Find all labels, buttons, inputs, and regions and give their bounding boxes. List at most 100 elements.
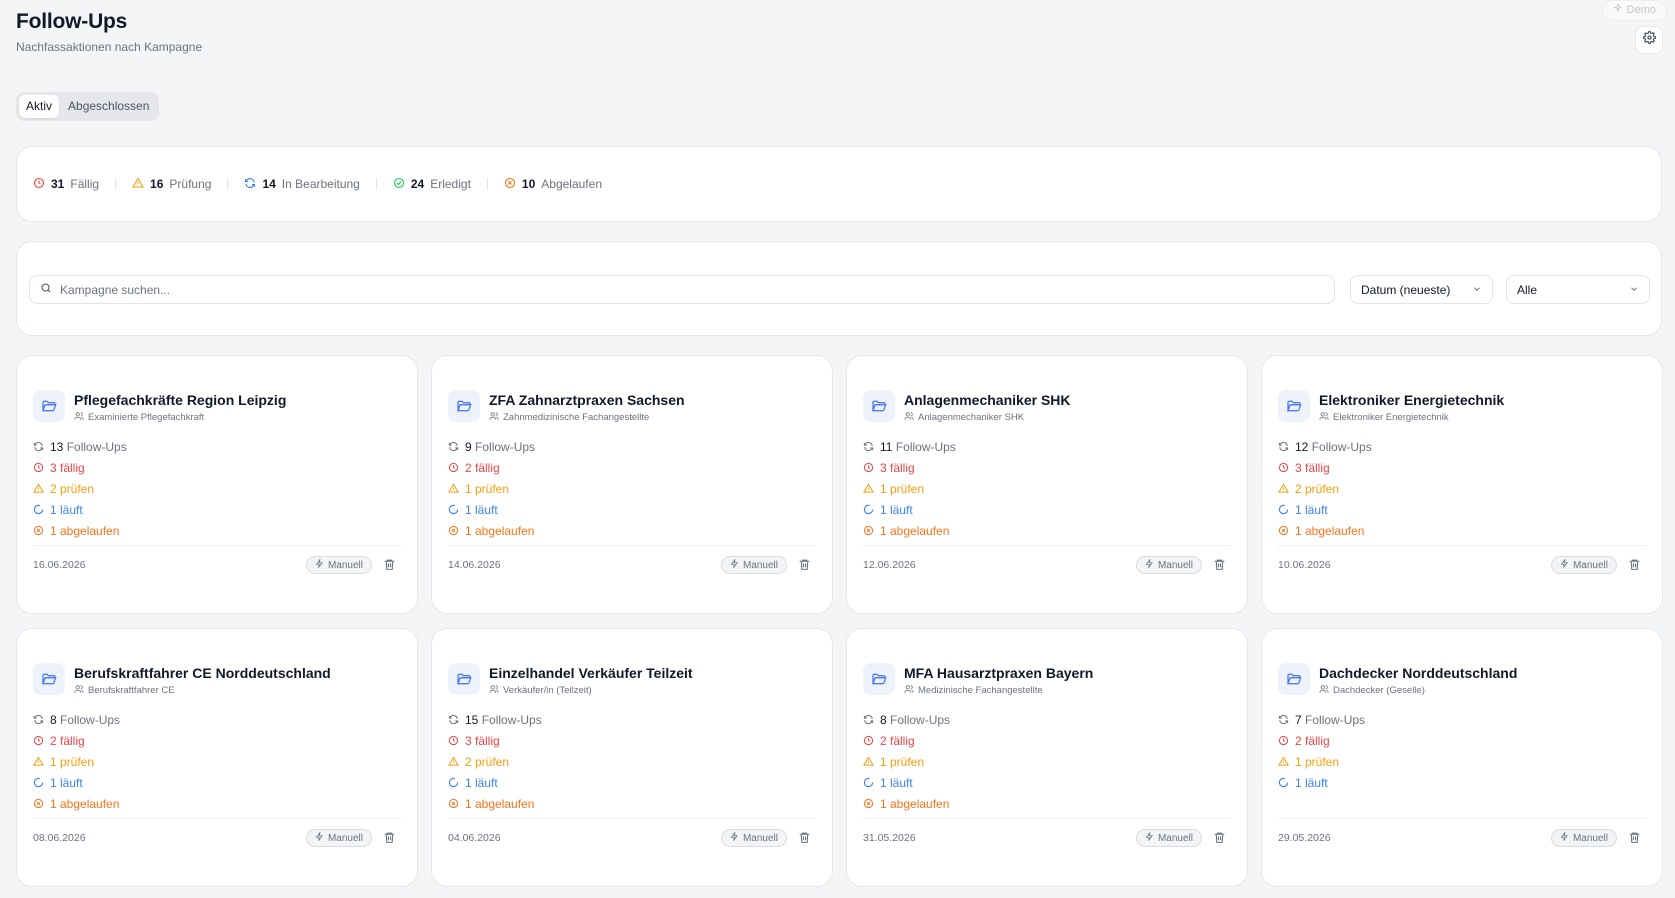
campaign-card[interactable]: Einzelhandel Verkäufer Teilzeit Verkäufe… (431, 628, 833, 887)
warning-icon (1278, 756, 1289, 767)
metric-running: 1 läuft (33, 772, 120, 793)
stat-divider (486, 178, 488, 190)
campaign-card[interactable]: Elektroniker Energietechnik Elektroniker… (1261, 355, 1663, 614)
stat-abgelaufen[interactable]: 10 Abgelaufen (504, 177, 602, 192)
bolt-icon (315, 558, 324, 571)
stat-erledigt[interactable]: 24 Erledigt (393, 177, 471, 192)
stat-faellig[interactable]: 31 Fällig (33, 177, 99, 192)
spinner-icon (863, 504, 874, 515)
campaign-card[interactable]: ZFA Zahnarztpraxen Sachsen Zahnmedizinis… (431, 355, 833, 614)
metric-total: 15 Follow-Ups (448, 709, 542, 730)
metric-expired: 1 abgelaufen (448, 520, 535, 541)
clock-icon (1278, 462, 1289, 473)
demo-badge[interactable]: Demo (1601, 0, 1667, 21)
delete-button[interactable] (1628, 558, 1642, 572)
x-circle-icon (448, 798, 459, 809)
metric-running: 1 läuft (448, 499, 535, 520)
campaign-role: Dachdecker (Geselle) (1319, 684, 1425, 697)
metric-total: 8 Follow-Ups (863, 709, 950, 730)
metric-expired-text: 1 abgelaufen (465, 523, 535, 538)
x-circle-icon (1278, 525, 1289, 536)
page-title: Follow-Ups (16, 10, 128, 33)
campaign-card[interactable]: Berufskraftfahrer CE Norddeutschland Ber… (16, 628, 418, 887)
campaign-title[interactable]: Elektroniker Energietechnik (1319, 392, 1504, 408)
refresh-icon (1278, 714, 1289, 725)
campaign-card[interactable]: MFA Hausarztpraxen Bayern Medizinische F… (846, 628, 1248, 887)
metric-due: 3 fällig (1278, 457, 1372, 478)
metric-expired: 1 abgelaufen (33, 793, 120, 814)
campaign-card[interactable]: Pflegefachkräfte Region Leipzig Examinie… (16, 355, 418, 614)
tab-aktiv[interactable]: Aktiv (19, 95, 60, 118)
sort-select[interactable]: Datum (neueste) (1350, 275, 1493, 304)
campaign-date: 08.06.2026 (33, 832, 86, 844)
metric-total-label: Follow-Ups (66, 439, 127, 454)
stat-pruefung[interactable]: 16 Prüfung (132, 176, 211, 192)
metric-review-text: 1 prüfen (1295, 754, 1340, 769)
spinner-icon (33, 777, 44, 788)
campaign-title[interactable]: ZFA Zahnarztpraxen Sachsen (489, 392, 685, 408)
metric-review-text: 1 prüfen (50, 754, 95, 769)
campaign-title[interactable]: MFA Hausarztpraxen Bayern (904, 665, 1093, 681)
stat-in-bearbeitung[interactable]: 14 In Bearbeitung (244, 177, 360, 192)
metrics-list: 8 Follow-Ups 2 fällig 1 prüfen 1 läuft 1… (863, 709, 950, 814)
delete-button[interactable] (1213, 558, 1227, 572)
clock-icon (1278, 735, 1289, 746)
bolt-icon (730, 558, 739, 571)
card-divider (33, 818, 401, 819)
campaign-card[interactable]: Dachdecker Norddeutschland Dachdecker (G… (1261, 628, 1663, 887)
campaign-title[interactable]: Dachdecker Norddeutschland (1319, 665, 1517, 681)
metric-total-label: Follow-Ups (1305, 712, 1366, 727)
clock-icon (863, 462, 874, 473)
stat-divider (227, 178, 229, 190)
delete-button[interactable] (383, 831, 397, 845)
metric-due: 2 fällig (1278, 730, 1365, 751)
x-circle-icon (448, 525, 459, 536)
mode-badge-label: Manuell (742, 559, 778, 571)
campaign-title[interactable]: Einzelhandel Verkäufer Teilzeit (489, 665, 693, 681)
campaign-role: Berufskraftfahrer CE (74, 684, 175, 697)
refresh-icon (448, 714, 459, 725)
mode-badge[interactable]: Manuell (1550, 556, 1617, 574)
mode-badge[interactable]: Manuell (720, 829, 787, 847)
metric-running-text: 1 läuft (465, 502, 498, 517)
campaign-role-text: Anlagenmechaniker SHK (918, 412, 1025, 423)
delete-button[interactable] (383, 558, 397, 572)
clock-icon (33, 462, 44, 473)
mode-badge[interactable]: Manuell (1550, 829, 1617, 847)
mode-badge[interactable]: Manuell (305, 829, 372, 847)
mode-badge[interactable]: Manuell (720, 556, 787, 574)
metric-running-text: 1 läuft (1295, 502, 1328, 517)
campaign-role: Verkäufer/in (Teilzeit) (489, 684, 592, 697)
tab-abgeschlossen[interactable]: Abgeschlossen (61, 95, 156, 118)
status-filter-select[interactable]: Alle (1506, 275, 1650, 304)
mode-badge-label: Manuell (1157, 832, 1193, 844)
warning-icon (132, 176, 145, 192)
delete-button[interactable] (1213, 831, 1227, 845)
mode-badge[interactable]: Manuell (1135, 556, 1202, 574)
metric-due-text: 3 fällig (1295, 460, 1330, 475)
filter-bar: Datum (neueste) Alle (16, 241, 1662, 336)
settings-button[interactable] (1635, 26, 1663, 54)
search-input[interactable] (60, 282, 1260, 297)
warning-icon (33, 483, 44, 494)
filter-select-value: Alle (1517, 282, 1538, 297)
campaign-title[interactable]: Anlagenmechaniker SHK (904, 392, 1071, 408)
campaign-title[interactable]: Pflegefachkräfte Region Leipzig (74, 392, 286, 408)
mode-badge[interactable]: Manuell (1135, 829, 1202, 847)
users-icon (74, 411, 84, 424)
mode-badge[interactable]: Manuell (305, 556, 372, 574)
metric-total-label: Follow-Ups (475, 439, 536, 454)
metrics-list: 15 Follow-Ups 3 fällig 2 prüfen 1 läuft … (448, 709, 542, 814)
trash-icon (1628, 831, 1641, 848)
delete-button[interactable] (1628, 831, 1642, 845)
users-icon (489, 411, 499, 424)
search-box[interactable] (29, 275, 1335, 304)
metric-expired: 1 abgelaufen (448, 793, 542, 814)
metric-running-text: 1 läuft (880, 502, 913, 517)
metric-due-text: 2 fällig (880, 733, 915, 748)
campaign-card[interactable]: Anlagenmechaniker SHK Anlagenmechaniker … (846, 355, 1248, 614)
clock-icon (448, 462, 459, 473)
delete-button[interactable] (798, 831, 812, 845)
delete-button[interactable] (798, 558, 812, 572)
campaign-title[interactable]: Berufskraftfahrer CE Norddeutschland (74, 665, 331, 681)
